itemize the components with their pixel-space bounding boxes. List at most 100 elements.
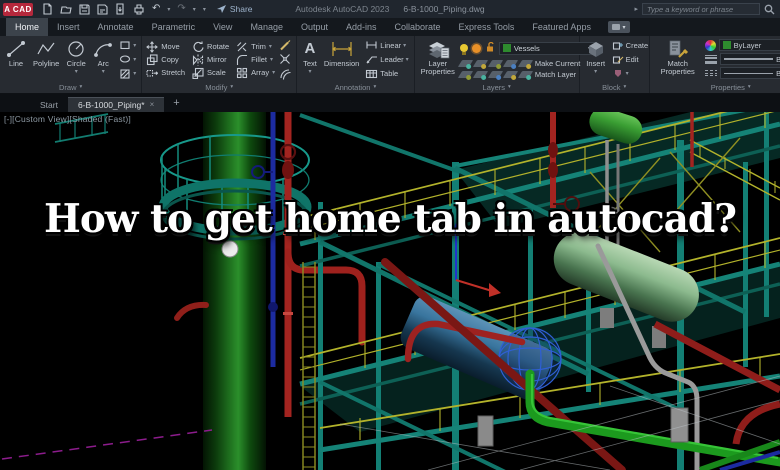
make-current-button[interactable]: Make Current — [535, 59, 580, 68]
layer-thaw-icon[interactable] — [471, 43, 481, 53]
line-tool[interactable]: Line — [4, 38, 28, 81]
tab-annotate[interactable]: Annotate — [89, 18, 143, 36]
create-block-tool[interactable]: Create — [612, 40, 648, 51]
circle-tool[interactable]: Circle ▾ — [64, 38, 88, 81]
search-input[interactable] — [642, 3, 760, 15]
file-tab-start[interactable]: Start — [30, 97, 68, 112]
redo-icon[interactable]: ↷ — [177, 4, 185, 14]
mirror-tool[interactable]: Mirror — [192, 53, 229, 66]
save-as-icon[interactable] — [97, 3, 108, 15]
tab-addins[interactable]: Add-ins — [337, 18, 386, 36]
redo-caret-icon[interactable]: ▾ — [193, 6, 196, 13]
move-tool[interactable]: Move — [146, 40, 185, 53]
new-tab-button[interactable]: + — [173, 97, 179, 109]
tab-insert[interactable]: Insert — [48, 18, 89, 36]
match-properties-tool[interactable]: Match Properties — [654, 38, 702, 81]
lineweight-dropdown[interactable]: ByLayer — [719, 53, 780, 65]
rectangle-tool[interactable]: ▾ — [119, 39, 136, 51]
panel-modify-footer[interactable]: Modify ▾ — [142, 81, 296, 93]
object-color-dropdown[interactable]: ByLayer — [718, 39, 780, 51]
hatch-tool[interactable]: ▾ — [119, 68, 136, 80]
new-file-icon[interactable] — [42, 3, 53, 15]
linetype-dropdown[interactable]: ByLayer — [719, 67, 780, 79]
array-tool[interactable]: Array ▾ — [236, 66, 275, 79]
share-button[interactable]: Share — [216, 4, 253, 14]
match-layer-button[interactable]: Match Layer — [535, 70, 576, 79]
panel-layers-footer[interactable]: Layers ▾ — [415, 81, 579, 93]
leader-tool[interactable]: Leader ▾ — [365, 54, 409, 64]
tab-home[interactable]: Home — [6, 18, 49, 36]
app-logo[interactable]: A CAD — [3, 2, 33, 16]
save-icon[interactable] — [79, 3, 90, 15]
tab-express-tools[interactable]: Express Tools — [450, 18, 524, 36]
color-wheel-icon[interactable] — [704, 39, 716, 51]
copy-tool[interactable]: Copy — [146, 53, 185, 66]
layer-lock-icon[interactable] — [502, 60, 519, 67]
polyline-tool[interactable]: Polyline — [31, 38, 61, 81]
layer-off-icon[interactable] — [487, 60, 504, 67]
search-area: ▸ — [634, 3, 775, 15]
explode-tool[interactable] — [279, 53, 291, 65]
ellipse-tool[interactable]: ▾ — [119, 53, 136, 65]
export-icon[interactable] — [115, 3, 126, 15]
ribbon: Line Polyline Circle ▾ Arc ▾ ▾ ▾ ▾ Draw … — [0, 36, 780, 94]
explode-icon — [280, 54, 290, 65]
undo-icon[interactable]: ↶ — [152, 4, 160, 14]
search-expand-icon[interactable]: ▸ — [634, 5, 638, 13]
layer-properties-tool[interactable]: Layer Properties — [419, 38, 457, 81]
open-file-icon[interactable] — [60, 3, 72, 15]
edit-block-tool[interactable]: Edit — [612, 54, 649, 65]
layer-color-swatch — [502, 44, 511, 52]
block-authoring-tool[interactable]: ▾ — [612, 68, 649, 79]
trim-tool[interactable]: Trim ▾ — [236, 40, 275, 53]
layer-unisolate-icon[interactable] — [457, 71, 474, 78]
undo-caret-icon[interactable]: ▾ — [167, 6, 170, 13]
match-properties-icon — [667, 39, 689, 59]
make-current-icon[interactable] — [517, 60, 534, 67]
ribbon-display-toggle[interactable]: ▾ — [607, 21, 630, 33]
layer-freeze-icon[interactable] — [472, 60, 489, 67]
rotate-tool[interactable]: Rotate — [192, 40, 229, 53]
circle-icon — [66, 39, 86, 59]
tab-parametric[interactable]: Parametric — [143, 18, 205, 36]
panel-properties-footer[interactable]: Properties ▾ — [650, 81, 780, 93]
tab-collaborate[interactable]: Collaborate — [386, 18, 450, 36]
layer-isolate-icon[interactable] — [457, 60, 474, 67]
tab-view[interactable]: View — [204, 18, 241, 36]
arc-tool[interactable]: Arc ▾ — [91, 38, 115, 81]
autocad-window: A CAD ↶ ▾ ↷ ▾ ▾ Share Autodesk AutoCAD 2… — [0, 0, 780, 470]
scale-icon — [192, 67, 204, 79]
file-tab-bar: Start 6-B-1000_Piping* × + — [0, 94, 780, 112]
plot-icon[interactable] — [133, 3, 145, 15]
layer-on-icon[interactable] — [459, 44, 468, 55]
dimension-tool[interactable]: Dimension — [322, 38, 361, 81]
fillet-tool[interactable]: Fillet ▾ — [236, 53, 275, 66]
tab-featured-apps[interactable]: Featured Apps — [523, 18, 600, 36]
layer-thaw-all-icon[interactable] — [472, 71, 489, 78]
close-tab-icon[interactable]: × — [150, 100, 155, 109]
insert-block-tool[interactable]: Insert ▾ — [584, 38, 608, 81]
magnifier-icon[interactable] — [764, 4, 775, 15]
customize-qat-caret-icon[interactable]: ▾ — [203, 6, 206, 13]
mirror-icon — [192, 54, 204, 65]
tab-manage[interactable]: Manage — [241, 18, 292, 36]
table-tool[interactable]: Table — [365, 69, 408, 79]
text-tool[interactable]: A Text ▾ — [301, 38, 319, 81]
offset-icon — [280, 69, 291, 80]
linear-dimension-tool[interactable]: Linear ▾ — [365, 40, 408, 50]
match-layer-icon[interactable] — [517, 71, 534, 78]
erase-tool[interactable] — [279, 39, 291, 51]
drawing-viewport[interactable]: [-][Custom View][Shaded (Fast)] How to g… — [0, 112, 780, 470]
scale-tool[interactable]: Scale — [192, 66, 229, 79]
panel-block-footer[interactable]: Block ▾ — [580, 81, 649, 93]
layer-unlock-all-icon[interactable] — [502, 71, 519, 78]
layer-on-all-icon[interactable] — [487, 71, 504, 78]
tab-output[interactable]: Output — [292, 18, 337, 36]
file-tab-document[interactable]: 6-B-1000_Piping* × — [67, 97, 165, 112]
layer-unlock-icon[interactable] — [485, 39, 495, 57]
panel-annotation-footer[interactable]: Annotation ▾ — [297, 81, 414, 93]
panel-draw-footer[interactable]: Draw ▾ — [0, 81, 141, 93]
stretch-tool[interactable]: Stretch — [146, 66, 185, 79]
viewport-controls[interactable]: [-][Custom View][Shaded (Fast)] — [4, 114, 131, 124]
offset-tool[interactable] — [279, 68, 291, 80]
